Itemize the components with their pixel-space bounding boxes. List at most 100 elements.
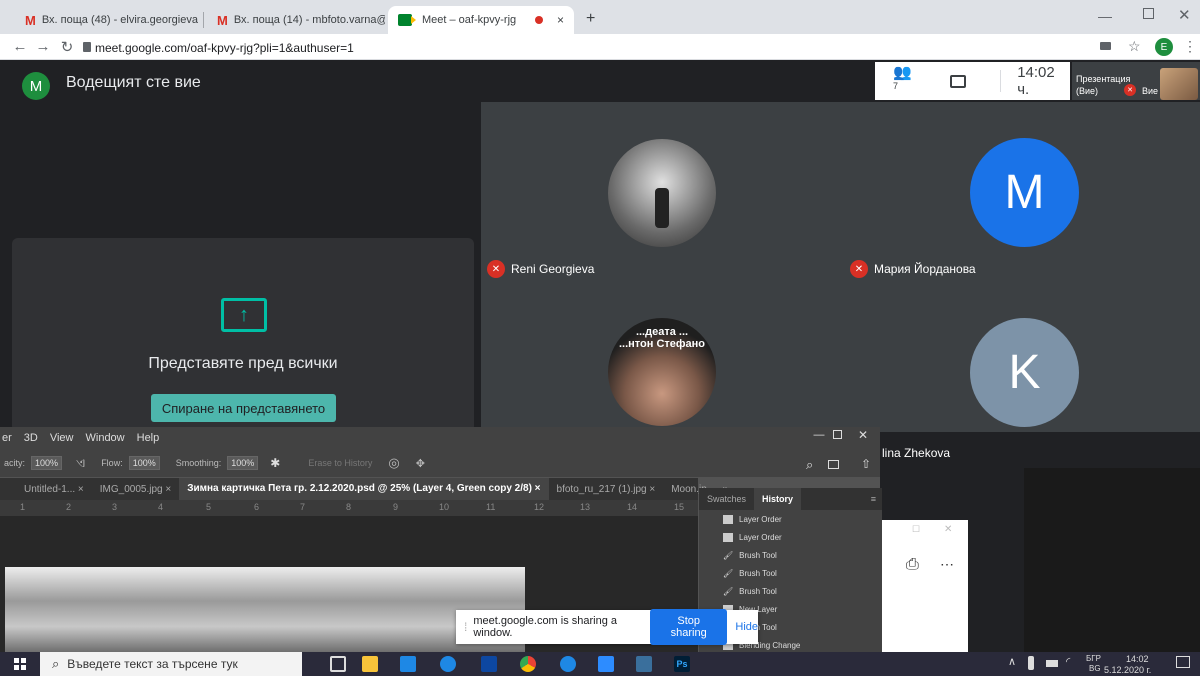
history-step-label: Brush Tool: [739, 568, 777, 578]
language-indicator[interactable]: БГР: [1086, 654, 1101, 663]
meet-icon: [398, 14, 416, 26]
maximize-window-icon[interactable]: [1143, 8, 1154, 19]
edge-icon[interactable]: [440, 656, 456, 672]
browser-tab-gmail-1[interactable]: M Вх. поща (48) - elvira.georgieva ×: [15, 6, 201, 34]
screen-sharing-notification: ⁞ meet.google.com is sharing a window. S…: [456, 609, 758, 645]
tray-chevron-icon[interactable]: ∧: [1008, 655, 1016, 668]
gmail-icon: M: [217, 12, 228, 28]
photos-icon[interactable]: [636, 656, 652, 672]
brush-icon: 🖌: [723, 568, 734, 578]
taskbar-clock[interactable]: 14:02: [1126, 654, 1149, 664]
stop-presenting-button[interactable]: Спиране на представянето: [151, 394, 336, 422]
stop-sharing-button[interactable]: Stop sharing: [650, 609, 728, 645]
photoshop-menu-bar: er 3D View Window Help: [0, 427, 880, 449]
ruler-tick: 2: [66, 502, 72, 512]
menu-item[interactable]: 3D: [24, 432, 38, 444]
panel-menu-icon[interactable]: ≡: [871, 494, 882, 504]
smoothing-field[interactable]: 100%: [227, 456, 259, 470]
profile-avatar[interactable]: E: [1155, 38, 1173, 56]
close-window-icon[interactable]: ✕: [858, 428, 868, 442]
flow-field[interactable]: 100%: [128, 456, 160, 470]
document-tab[interactable]: Untitled-1... ×: [0, 484, 92, 495]
participant-photo: [608, 139, 716, 247]
reload-icon[interactable]: ↻: [57, 38, 77, 56]
winter-card-image[interactable]: [5, 567, 525, 652]
notification-icon[interactable]: [1176, 656, 1190, 668]
panel-tab-swatches[interactable]: Swatches: [699, 494, 754, 504]
taskbar-search[interactable]: ⌕ Въведете текст за търсене тук: [40, 652, 302, 676]
close-window-icon[interactable]: ✕: [1178, 6, 1191, 24]
history-step[interactable]: 🖌 Brush Tool: [699, 582, 877, 600]
history-step[interactable]: Layer Order: [699, 510, 877, 528]
close-window-icon[interactable]: ✕: [944, 524, 952, 535]
internet-explorer-icon[interactable]: [560, 656, 576, 672]
url-field[interactable]: meet.google.com/oaf-kpvy-rjg?pli=1&authu…: [95, 41, 354, 55]
ruler-tick: 9: [393, 502, 399, 512]
microphone-icon[interactable]: [1028, 656, 1034, 670]
more-options-icon[interactable]: ⋯: [940, 556, 954, 573]
ruler-tick: 10: [439, 502, 450, 512]
flow-label: Flow:: [101, 458, 123, 468]
tab-separator: [203, 12, 204, 28]
bookmark-star-icon[interactable]: ☆: [1128, 38, 1141, 55]
document-tab[interactable]: bfoto_ru_217 (1).jpg ×: [549, 484, 664, 495]
workspace-icon[interactable]: [828, 460, 839, 469]
document-tab[interactable]: IMG_0005.jpg ×: [92, 484, 179, 495]
participant-avatar: M: [970, 138, 1079, 247]
chrome-icon[interactable]: [520, 656, 536, 672]
minimize-window-icon[interactable]: —: [1098, 8, 1112, 24]
menu-kebab-icon[interactable]: ⋮: [1183, 38, 1197, 55]
close-tab-icon[interactable]: ×: [557, 13, 564, 27]
ruler-tick: 4: [158, 502, 164, 512]
new-tab-button[interactable]: +: [586, 10, 595, 28]
camera-icon[interactable]: [1100, 42, 1111, 50]
search-icon[interactable]: ⌕: [806, 457, 813, 473]
hide-button[interactable]: Hide: [735, 621, 758, 633]
participants-icon[interactable]: 👥 7: [893, 63, 920, 99]
gmail-icon: M: [25, 12, 36, 28]
maximize-window-icon[interactable]: ☐: [912, 524, 920, 535]
battery-icon[interactable]: [1046, 660, 1058, 667]
presentation-tile[interactable]: Презентация (Вие) ✕ Вие: [1072, 62, 1200, 100]
zoom-icon[interactable]: [598, 656, 614, 672]
opacity-field[interactable]: 100%: [31, 456, 63, 470]
chat-icon[interactable]: [950, 74, 967, 88]
maximize-window-icon[interactable]: [833, 430, 842, 439]
self-label: Вие: [1142, 86, 1159, 96]
history-step[interactable]: 🖌 Brush Tool: [699, 564, 877, 582]
history-step-label: Layer Order: [739, 532, 782, 542]
task-view-icon[interactable]: [330, 656, 346, 672]
menu-item[interactable]: Window: [86, 432, 125, 444]
menu-item[interactable]: Help: [137, 432, 160, 444]
ruler-tick: 5: [206, 502, 212, 512]
gear-icon[interactable]: ✱: [270, 456, 280, 470]
panel-tab-history[interactable]: History: [754, 488, 802, 510]
browser-tab-gmail-2[interactable]: M Вх. поща (14) - mbfoto.varna@ ×: [207, 6, 385, 34]
muted-mic-icon: ✕: [487, 260, 505, 278]
print-icon[interactable]: ⎙: [906, 556, 919, 574]
symmetry-icon[interactable]: ✥: [416, 457, 425, 470]
airbrush-icon[interactable]: ଏ: [76, 455, 85, 471]
participant-name: Мария Йорданова: [874, 262, 976, 276]
wifi-icon[interactable]: ◜: [1066, 655, 1070, 668]
participant-avatar: K: [970, 318, 1079, 427]
forward-arrow-icon[interactable]: →: [33, 38, 53, 55]
pressure-icon[interactable]: ◎: [388, 455, 399, 471]
back-arrow-icon[interactable]: ←: [10, 38, 30, 55]
photoshop-icon[interactable]: Ps: [674, 656, 690, 672]
menu-item[interactable]: er: [2, 432, 12, 444]
erase-to-history-option[interactable]: Erase to History: [308, 458, 372, 468]
browser-tab-meet[interactable]: Meet – oaf-kpvy-rjg ×: [388, 6, 574, 34]
history-step[interactable]: 🖌 Brush Tool: [699, 546, 877, 564]
windows-start-icon[interactable]: [14, 658, 26, 670]
mail-icon[interactable]: [400, 656, 416, 672]
minimize-window-icon[interactable]: —: [810, 429, 828, 445]
file-explorer-icon[interactable]: [362, 656, 378, 672]
share-icon[interactable]: ⇧: [861, 457, 871, 471]
drag-handle-icon[interactable]: ⁞: [464, 620, 467, 634]
document-tab-active[interactable]: Зимна картичка Пета гр. 2.12.2020.psd @ …: [179, 478, 549, 500]
empty-tile: [1024, 468, 1200, 652]
history-step[interactable]: Layer Order: [699, 528, 877, 546]
store-icon[interactable]: [481, 656, 497, 672]
menu-item[interactable]: View: [50, 432, 74, 444]
